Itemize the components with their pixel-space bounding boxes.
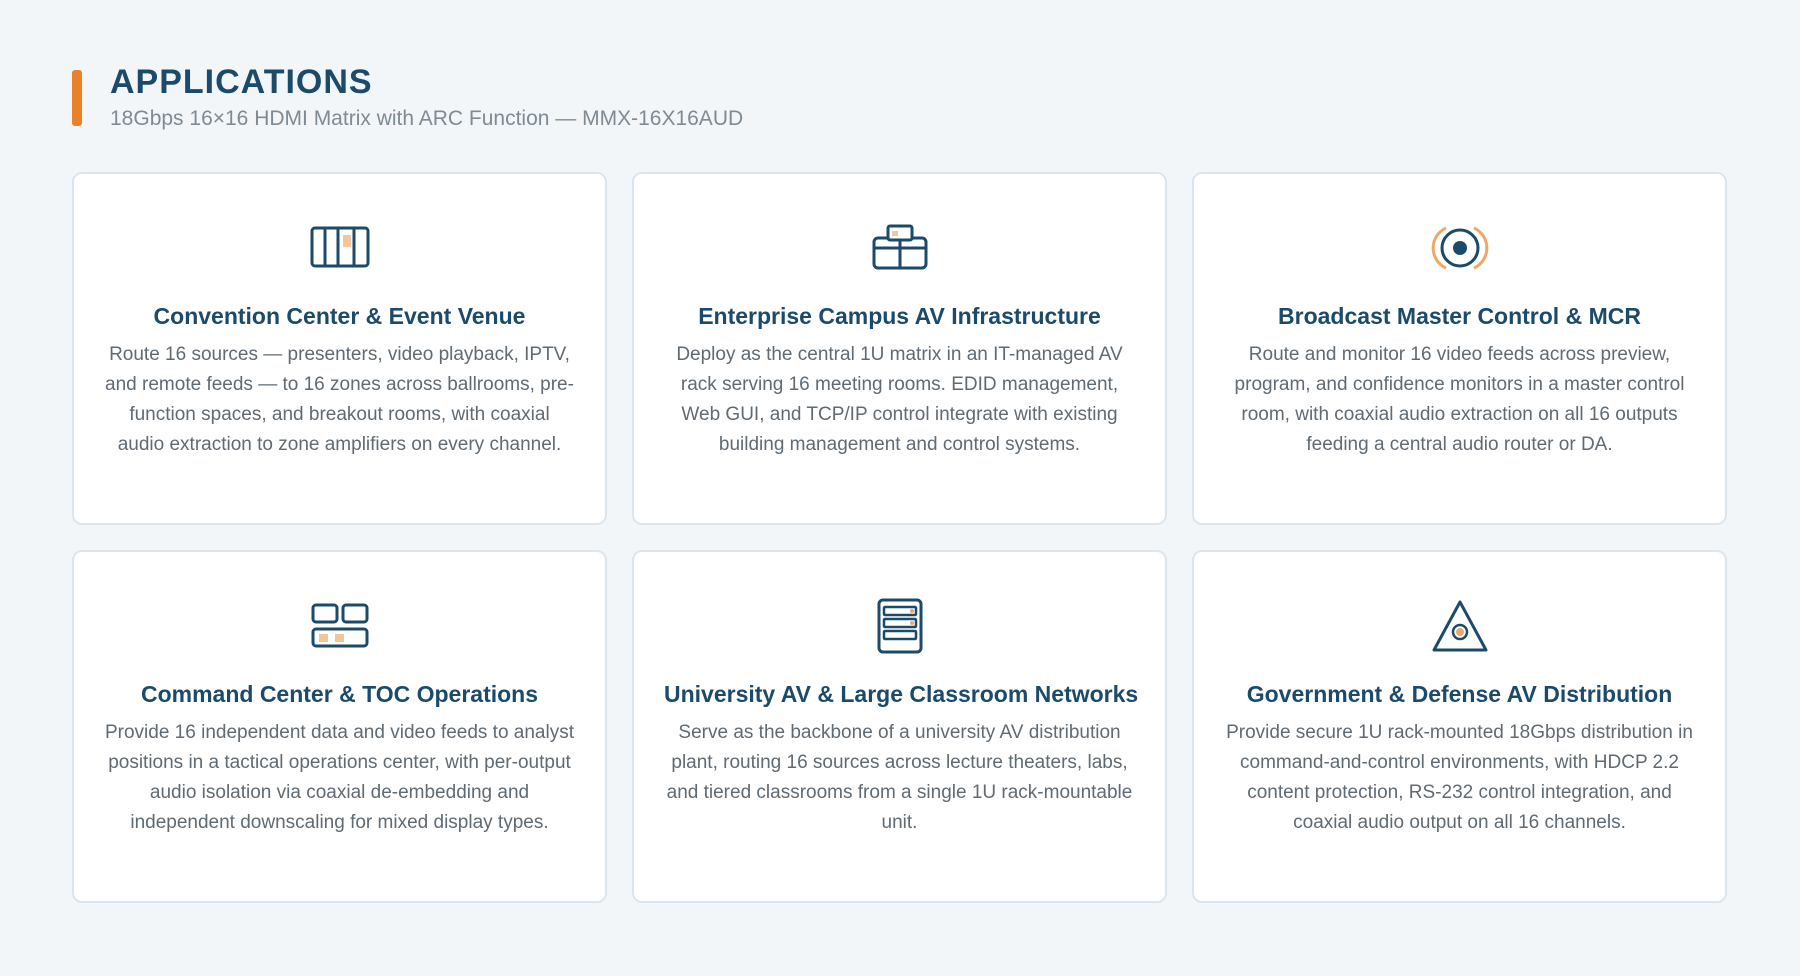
application-card-command-center: Command Center & TOC Operations Provide …	[72, 550, 607, 903]
application-card-convention: Convention Center & Event Venue Route 16…	[72, 172, 607, 525]
card-description: Serve as the backbone of a university AV…	[666, 722, 1133, 833]
card-description: Deploy as the central 1U matrix in an IT…	[676, 344, 1123, 455]
card-description: Provide secure 1U rack-mounted 18Gbps di…	[1226, 722, 1693, 833]
card-title: Government & Defense AV Distribution	[1246, 681, 1673, 707]
applications-grid: Convention Center & Event Venue Route 16…	[72, 172, 1727, 903]
card-description: Route and monitor 16 video feeds across …	[1234, 344, 1685, 455]
accent-bar	[72, 70, 82, 126]
card-description: Route 16 sources — presenters, video pla…	[105, 344, 574, 455]
broadcast-target-icon	[1428, 220, 1492, 276]
card-title: Enterprise Campus AV Infrastructure	[698, 303, 1101, 329]
matrix-panel-icon	[308, 220, 372, 276]
application-card-university: University AV & Large Classroom Networks…	[632, 550, 1167, 903]
application-card-enterprise: Enterprise Campus AV Infrastructure Depl…	[632, 172, 1167, 525]
card-title: Command Center & TOC Operations	[140, 681, 539, 707]
card-title: Convention Center & Event Venue	[153, 303, 526, 329]
page-title: APPLICATIONS	[110, 63, 373, 101]
command-console-icon	[308, 598, 372, 654]
application-card-government: Government & Defense AV Distribution Pro…	[1192, 550, 1727, 903]
card-description: Provide 16 independent data and video fe…	[104, 722, 575, 833]
page-subtitle: 18Gbps 16×16 HDMI Matrix with ARC Functi…	[110, 107, 744, 130]
secure-triangle-icon	[1428, 598, 1492, 654]
application-card-broadcast: Broadcast Master Control & MCR Route and…	[1192, 172, 1727, 525]
server-rack-icon	[868, 598, 932, 654]
card-title: University AV & Large Classroom Networks	[664, 681, 1139, 707]
network-building-icon	[868, 220, 932, 276]
card-title: Broadcast Master Control & MCR	[1278, 303, 1641, 329]
